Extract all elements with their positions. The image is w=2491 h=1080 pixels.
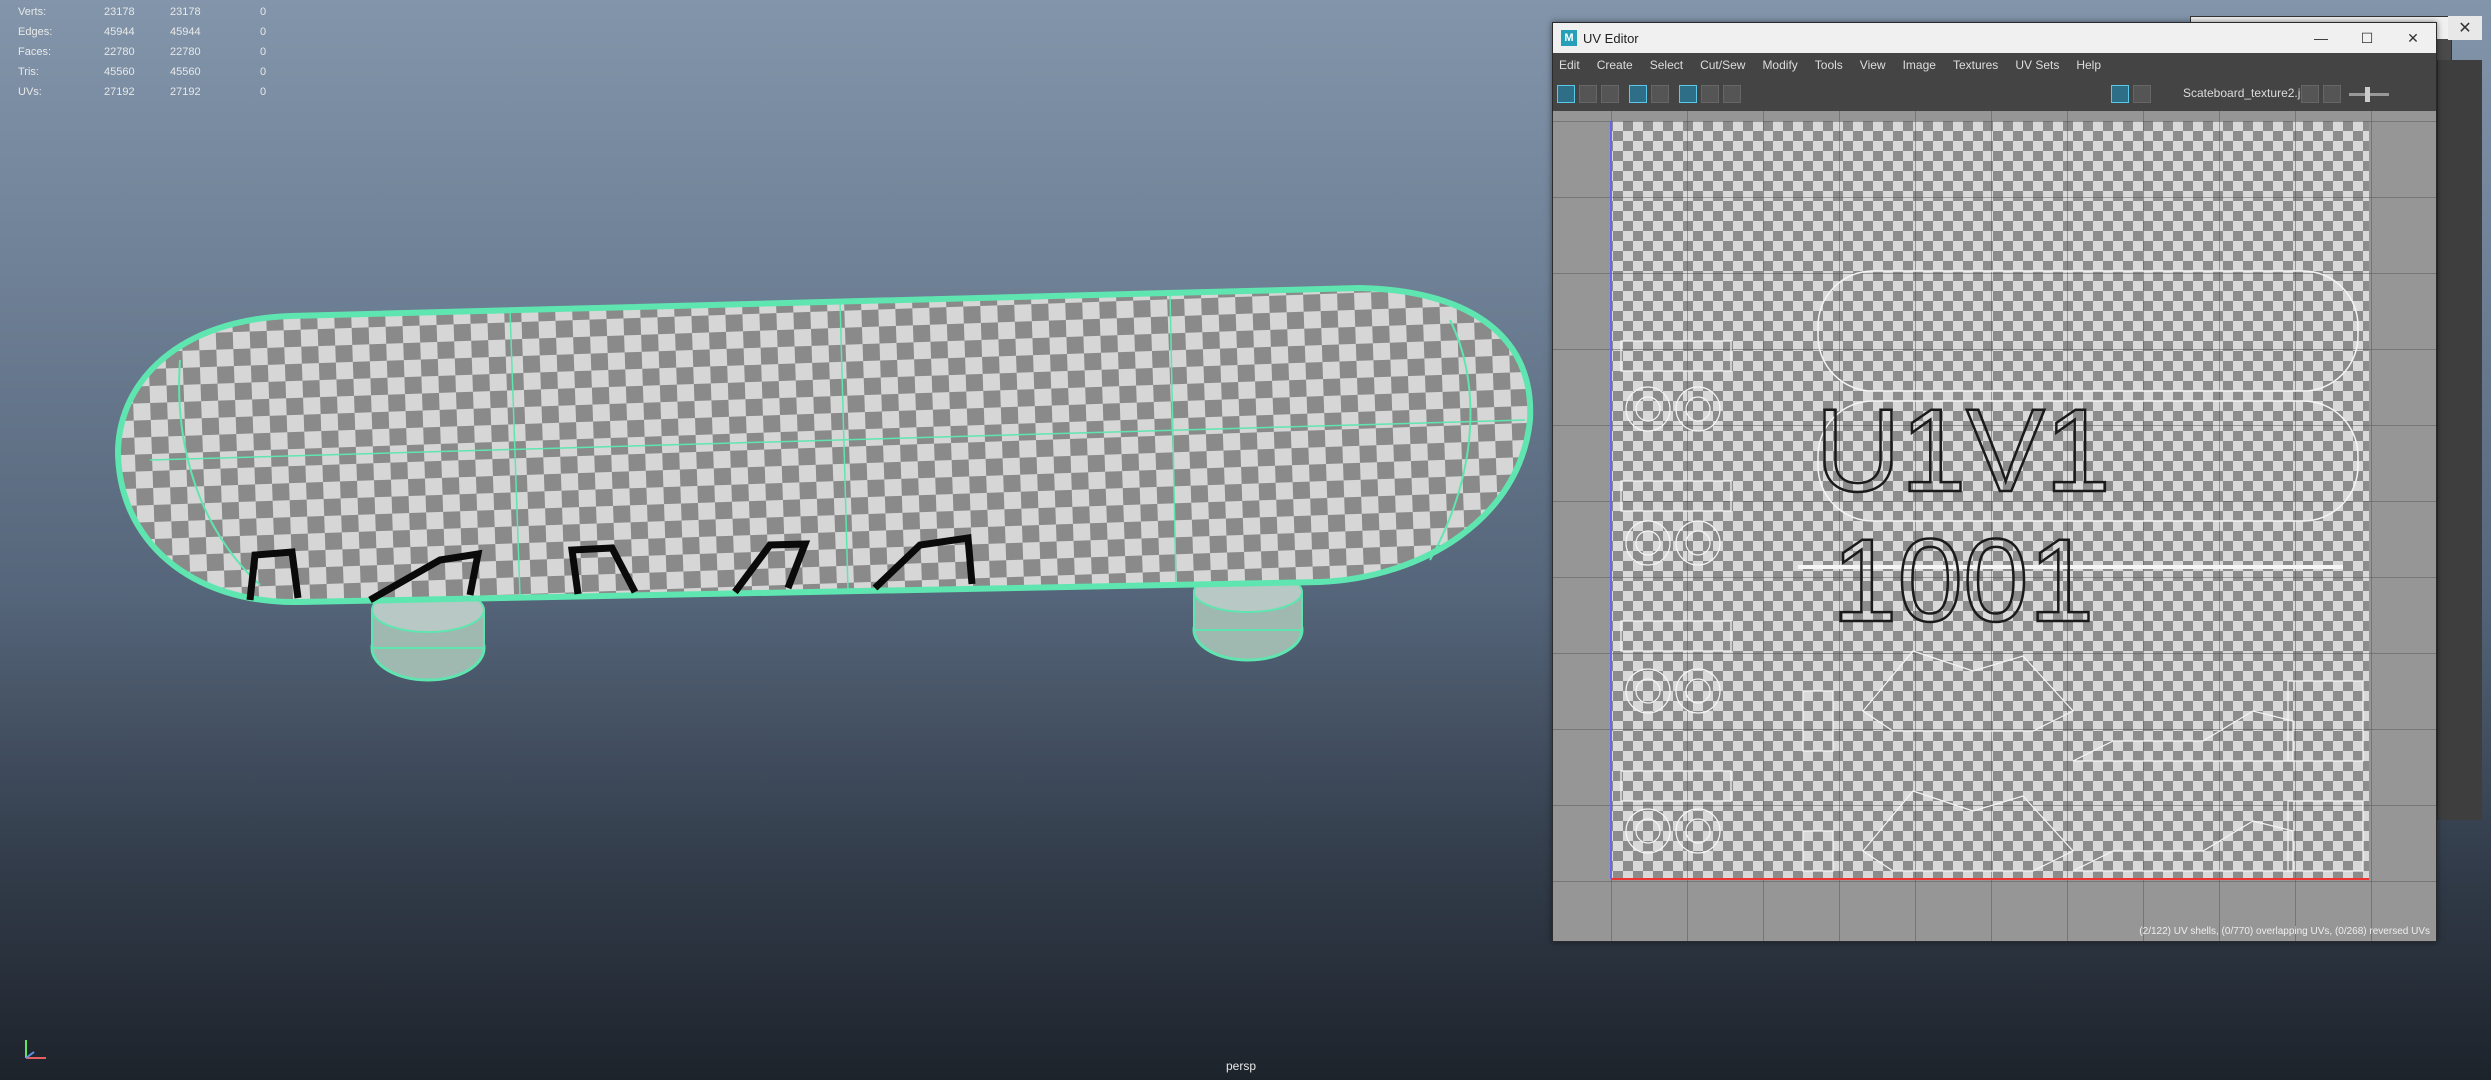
hud-value: 23178 <box>104 6 135 18</box>
menu-view[interactable]: View <box>1860 58 1886 72</box>
menu-textures[interactable]: Textures <box>1953 58 1998 72</box>
poly-count-hud: Verts: 23178 23178 0 Edges: 45944 45944 … <box>18 2 280 102</box>
image-display-icon[interactable] <box>2111 85 2129 103</box>
hud-value: 27192 <box>104 86 135 98</box>
texture-toggle-icon[interactable] <box>1723 85 1741 103</box>
grid-toggle-icon[interactable] <box>1679 85 1697 103</box>
uv-canvas[interactable]: U1V1 1001 <box>1553 111 2436 941</box>
deck <box>114 284 1534 606</box>
snap-icon[interactable] <box>1701 85 1719 103</box>
axis-gizmo-icon <box>25 1040 46 1059</box>
uv-toolbar: Scateboard_texture2.j <box>1553 77 2436 112</box>
uv-menu-bar: Edit Create Select Cut/Sew Modify Tools … <box>1553 53 2436 77</box>
menu-image[interactable]: Image <box>1903 58 1936 72</box>
maximize-icon[interactable]: ☐ <box>2344 23 2390 53</box>
hud-value: 45560 <box>104 66 135 78</box>
menu-edit[interactable]: Edit <box>1559 58 1580 72</box>
menu-uv-sets[interactable]: UV Sets <box>2015 58 2059 72</box>
hud-label: Tris: <box>18 66 39 78</box>
vertex-mode-icon[interactable] <box>1579 85 1597 103</box>
uv-mode-icon[interactable] <box>1651 85 1669 103</box>
hud-value: 0 <box>260 6 267 18</box>
hud-value: 22780 <box>170 46 201 58</box>
uv-shell-mode-icon[interactable] <box>1557 85 1575 103</box>
uv-status-bar: (2/122) UV shells, (0/770) overlapping U… <box>2139 926 2430 937</box>
face-mode-icon[interactable] <box>1629 85 1647 103</box>
hud-value: 0 <box>260 86 267 98</box>
hud-label: Edges: <box>18 26 53 38</box>
close-icon[interactable]: ✕ <box>2390 23 2436 53</box>
menu-help[interactable]: Help <box>2076 58 2101 72</box>
hud-label: UVs: <box>18 86 42 98</box>
hud-value: 0 <box>260 46 267 58</box>
hud-value: 0 <box>260 66 267 78</box>
hud-value: 0 <box>260 26 267 38</box>
gamma-icon[interactable] <box>2323 85 2341 103</box>
tile-label-uv: U1V1 <box>1815 385 2110 517</box>
uv-texture-view[interactable]: U1V1 1001 (2/122) UV shells, (0/770) ove… <box>1553 111 2436 941</box>
menu-tools[interactable]: Tools <box>1815 58 1843 72</box>
hud-value: 45944 <box>104 26 135 38</box>
checker-icon[interactable] <box>2133 85 2151 103</box>
side-panel[interactable] <box>2437 60 2482 820</box>
menu-create[interactable]: Create <box>1597 58 1633 72</box>
skateboard-model[interactable] <box>0 0 1552 1080</box>
slider-handle[interactable] <box>2365 86 2370 102</box>
texture-name[interactable]: Scateboard_texture2.j <box>2183 86 2300 100</box>
hud-value: 22780 <box>104 46 135 58</box>
hud-value: 27192 <box>170 86 201 98</box>
edge-mode-icon[interactable] <box>1601 85 1619 103</box>
hud-row-uvs: UVs: 27192 27192 0 <box>18 82 280 102</box>
uv-editor-titlebar[interactable]: M UV Editor — ☐ ✕ <box>1553 23 2436 53</box>
close-icon[interactable]: ✕ <box>2448 16 2482 40</box>
hud-label: Verts: <box>18 6 47 18</box>
minimize-icon[interactable]: — <box>2298 23 2344 53</box>
hud-value: 45560 <box>170 66 201 78</box>
hud-value: 23178 <box>170 6 201 18</box>
tile-label-udim: 1001 <box>1832 515 2095 647</box>
camera-label: persp <box>1226 1059 1257 1073</box>
hud-label: Faces: <box>18 46 52 58</box>
uv-editor-window[interactable]: M UV Editor — ☐ ✕ Edit Create Select Cut… <box>1552 22 2437 942</box>
exposure-slider[interactable] <box>2349 86 2389 102</box>
hud-row-verts: Verts: 23178 23178 0 <box>18 2 280 22</box>
hud-row-faces: Faces: 22780 22780 0 <box>18 42 280 62</box>
hud-row-edges: Edges: 45944 45944 0 <box>18 22 280 42</box>
maya-logo-icon: M <box>1561 30 1577 46</box>
menu-cut-sew[interactable]: Cut/Sew <box>1700 58 1745 72</box>
hud-row-tris: Tris: 45560 45560 0 <box>18 62 280 82</box>
menu-select[interactable]: Select <box>1650 58 1683 72</box>
hud-value: 45944 <box>170 26 201 38</box>
menu-modify[interactable]: Modify <box>1762 58 1797 72</box>
window-title: UV Editor <box>1583 30 1639 46</box>
exposure-icon[interactable] <box>2301 85 2319 103</box>
